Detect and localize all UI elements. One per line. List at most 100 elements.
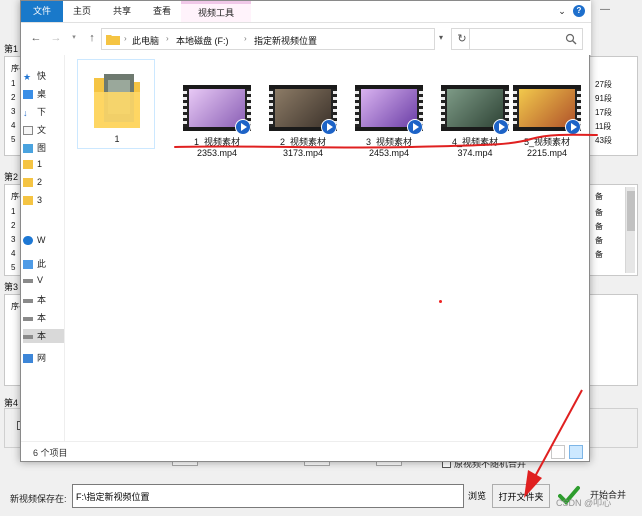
nav-item-folder[interactable]: 2: [23, 177, 64, 191]
folder-icon: [94, 74, 140, 128]
segment-count: 17段: [595, 108, 612, 117]
nav-item-drive-selected[interactable]: 本: [23, 329, 64, 343]
back-arrow-icon[interactable]: ←: [29, 31, 43, 45]
nav-item-network[interactable]: 网: [23, 351, 64, 365]
nav-item-pictures[interactable]: 图: [23, 141, 64, 155]
nav-label: 本: [37, 295, 47, 305]
nav-item-downloads[interactable]: ↓ 下: [23, 105, 64, 119]
nav-item-drive[interactable]: V: [23, 275, 64, 289]
status-bar: 6 个项目: [21, 441, 589, 461]
download-icon: ↓: [23, 108, 28, 119]
file-name-line2: 2215.mp4: [526, 148, 568, 158]
help-icon[interactable]: ?: [573, 5, 585, 17]
video-file-item[interactable]: 5_视频素材 2215.mp4: [507, 59, 587, 158]
folder-icon: [23, 178, 33, 188]
cloud-icon: [23, 236, 33, 246]
file-name-line2: 3173.mp4: [282, 148, 324, 158]
table-row: 2: [11, 221, 16, 230]
recent-locations-icon[interactable]: ▾: [67, 31, 81, 45]
file-name-line2: 2453.mp4: [368, 148, 410, 158]
open-folder-button[interactable]: 打开文件夹: [492, 484, 550, 508]
tab-video-tools[interactable]: 视频工具: [181, 1, 251, 22]
tab-share[interactable]: 共享: [107, 1, 137, 22]
chevron-down-icon[interactable]: ▾: [439, 33, 443, 42]
large-icons-view-icon[interactable]: [569, 445, 583, 459]
annotation-dot: [439, 300, 442, 303]
ribbon: 文件 主页 共享 查看 视频工具 ⌄ ?: [21, 1, 591, 23]
desktop-icon: [23, 90, 33, 100]
nav-label: 快: [37, 71, 47, 81]
drive-icon: [23, 334, 33, 339]
video-badge-icon: [565, 119, 581, 135]
breadcrumb-separator: ›: [244, 34, 247, 43]
nav-label: 2: [37, 177, 43, 187]
table-row: 1: [11, 79, 16, 88]
minimize-icon[interactable]: —: [600, 4, 610, 15]
nav-item-folder[interactable]: 1: [23, 159, 64, 173]
browse-button[interactable]: 浏览: [468, 489, 486, 502]
note-cell: 备: [595, 208, 603, 217]
tab-file[interactable]: 文件: [21, 1, 63, 22]
breadcrumb-drive-f[interactable]: 本地磁盘 (F:): [176, 34, 229, 47]
nav-item-this-pc[interactable]: 此: [23, 257, 64, 271]
video-badge-icon: [407, 119, 423, 135]
chevron-down-icon[interactable]: ⌄: [556, 5, 568, 17]
breadcrumb-current-folder[interactable]: 指定新视频位置: [254, 34, 317, 47]
nav-label: 文: [37, 125, 47, 135]
video-file-item[interactable]: 1_视频素材 2353.mp4: [177, 59, 257, 158]
video-file-item[interactable]: 2_视频素材 3173.mp4: [263, 59, 343, 158]
nav-label: W: [37, 235, 46, 245]
network-icon: [23, 354, 33, 364]
note-cell: 备: [595, 250, 603, 259]
tab-view[interactable]: 查看: [147, 1, 177, 22]
file-name-line2: 374.mp4: [457, 148, 493, 158]
group2-scrollbar[interactable]: [625, 187, 635, 273]
folder-item[interactable]: 1: [77, 59, 155, 149]
file-explorer-window: 文件 主页 共享 查看 视频工具 ⌄ ? ← → ▾ ↑ › 此电脑 › 本地磁…: [20, 0, 598, 462]
breadcrumb-this-pc[interactable]: 此电脑: [132, 34, 159, 47]
nav-item-drive[interactable]: 本: [23, 293, 64, 307]
file-name-line1: 3_视频素材: [365, 137, 412, 147]
tab-home[interactable]: 主页: [67, 1, 97, 22]
table-row: 1: [11, 207, 16, 216]
table-row: 4: [11, 249, 16, 258]
nav-item-documents[interactable]: 文: [23, 123, 64, 137]
picture-icon: [23, 144, 33, 154]
up-arrow-icon[interactable]: ↑: [85, 31, 99, 45]
file-name-line2: 2353.mp4: [196, 148, 238, 158]
star-icon: ★: [23, 72, 32, 83]
document-icon: [23, 126, 33, 136]
forward-arrow-icon[interactable]: →: [49, 31, 63, 45]
table-row: 4: [11, 121, 16, 130]
segment-count: 43段: [595, 136, 612, 145]
video-file-item[interactable]: 4_视频素材 374.mp4: [435, 59, 515, 158]
note-cell: 备: [595, 236, 603, 245]
watermark: CSDN @叩心: [556, 498, 612, 508]
video-file-item[interactable]: 3_视频素材 2453.mp4: [349, 59, 429, 158]
drive-icon: [23, 278, 33, 283]
save-path-input[interactable]: [72, 484, 464, 508]
file-name-line1: 2_视频素材: [279, 137, 326, 147]
nav-label: 桌: [37, 89, 47, 99]
segment-count: 91段: [595, 94, 612, 103]
file-list: 1 1_视频素材 2353.mp4 2_视频素材 3173.mp4 3_视频素材…: [67, 55, 589, 441]
nav-item-drive[interactable]: 本: [23, 311, 64, 325]
segment-count: 11段: [595, 122, 612, 131]
video-badge-icon: [321, 119, 337, 135]
search-icon: [565, 33, 577, 45]
details-view-icon[interactable]: [551, 445, 565, 459]
pc-icon: [23, 260, 33, 270]
group2-title: 第2: [4, 172, 19, 182]
file-name-line1: 5_视频素材: [523, 137, 570, 147]
table-row: 3: [11, 107, 16, 116]
nav-label: 本: [37, 331, 47, 341]
nav-item-folder[interactable]: 3: [23, 195, 64, 209]
nav-item-desktop[interactable]: 桌: [23, 87, 64, 101]
navigation-pane: ★ 快 桌 ↓ 下 文 图 1 2 3 W 此 V 本 本 本 网: [21, 55, 65, 441]
nav-item-quick-access[interactable]: ★ 快: [23, 69, 64, 83]
nav-label: 图: [37, 143, 47, 153]
address-bar[interactable]: › 此电脑 › 本地磁盘 (F:) › 指定新视频位置: [101, 28, 435, 50]
search-input[interactable]: [469, 28, 583, 50]
nav-item-cloud[interactable]: W: [23, 235, 64, 249]
group1-title: 第1: [4, 44, 19, 54]
